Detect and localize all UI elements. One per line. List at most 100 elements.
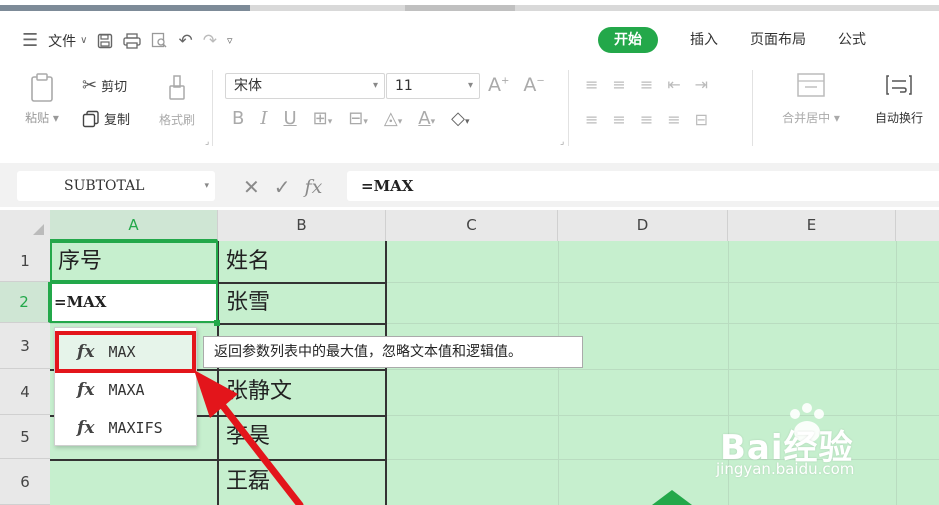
ribbon-divider — [568, 70, 569, 146]
dialog-launcher-icon[interactable]: ⌟ — [205, 137, 209, 147]
copy-button[interactable]: 复制 — [82, 109, 130, 128]
format-painter-icon — [169, 75, 185, 100]
dialog-launcher-icon[interactable]: ⌟ — [560, 137, 564, 147]
function-icon: fx — [77, 418, 95, 438]
row-header-4[interactable]: 4 — [0, 369, 50, 415]
autocomplete-item-maxifs[interactable]: fx MAXIFS — [55, 409, 196, 447]
menu-bar: ☰ 文件 ∨ ↶ ↷ ▿ 开始 插入 页面布局 公式 — [0, 22, 939, 60]
clear-format-icon[interactable]: ◇▾ — [451, 108, 469, 129]
font-name-value: 宋体 — [234, 78, 262, 94]
align-top-icon[interactable]: ≡ — [585, 75, 598, 94]
indent-increase-icon[interactable]: ⇥ — [695, 75, 708, 94]
row-header-5[interactable]: 5 — [0, 415, 50, 459]
save-icon[interactable] — [97, 33, 113, 49]
active-cell-a2[interactable]: =MAX — [50, 282, 218, 323]
scissors-icon: ✂ — [82, 75, 98, 96]
file-menu[interactable]: 文件 — [48, 31, 76, 51]
hamburger-menu-icon[interactable]: ☰ — [22, 30, 38, 51]
font-name-select[interactable]: 宋体 ▾ — [225, 73, 385, 99]
cell-b2[interactable]: 张雪 — [220, 282, 270, 323]
align-bottom-icon[interactable]: ≡ — [640, 75, 653, 94]
align-middle-icon[interactable]: ≡ — [612, 75, 625, 94]
print-preview-icon[interactable] — [151, 32, 168, 49]
column-header-c[interactable]: C — [386, 210, 558, 241]
title-strip-mid — [405, 5, 515, 11]
increase-font-icon[interactable]: A+ — [488, 74, 509, 96]
ribbon-divider — [212, 70, 213, 146]
tab-formulas[interactable]: 公式 — [838, 27, 866, 53]
row-header-6[interactable]: 6 — [0, 459, 50, 505]
ribbon-divider — [752, 70, 753, 146]
font-color-button[interactable]: A▾ — [418, 108, 435, 129]
chevron-down-icon[interactable]: ▾ — [204, 171, 209, 201]
function-name: MAXIFS — [108, 419, 163, 437]
paste-label: 粘贴 — [25, 111, 50, 125]
justify-icon[interactable]: ≡ — [667, 110, 680, 129]
undo-icon[interactable]: ↶ — [178, 31, 192, 51]
function-name: MAXA — [108, 381, 145, 399]
paste-button[interactable]: 粘贴 ▾ — [20, 72, 64, 126]
column-header-a[interactable]: A — [50, 210, 218, 241]
grid-line — [50, 323, 939, 324]
fill-color-icon[interactable]: ◬▾ — [384, 108, 402, 129]
insert-function-icon[interactable]: fx — [305, 176, 323, 198]
redo-icon[interactable]: ↷ — [203, 31, 217, 51]
align-center-icon[interactable]: ≡ — [612, 110, 625, 129]
column-header-b[interactable]: B — [218, 210, 386, 241]
chevron-down-icon[interactable]: ∨ — [80, 35, 87, 46]
table-border — [218, 323, 386, 325]
merge-center-button[interactable]: 合并居中 ▾ — [770, 72, 852, 126]
row-header-1[interactable]: 1 — [0, 241, 50, 282]
decrease-font-icon[interactable]: A− — [523, 74, 544, 96]
borders-icon[interactable]: ⊞▾ — [313, 108, 333, 129]
baidu-watermark: Bai经验 jingyan.baidu.com — [712, 400, 902, 485]
cancel-icon[interactable]: ✕ — [243, 175, 260, 199]
formula-input[interactable]: =MAX — [347, 171, 939, 201]
row-header-3[interactable]: 3 — [0, 323, 50, 369]
column-header-f[interactable] — [896, 210, 939, 241]
row-header-2[interactable]: 2 — [0, 282, 50, 323]
chevron-down-icon: ▾ — [372, 80, 378, 91]
tab-page-layout[interactable]: 页面布局 — [750, 27, 806, 53]
italic-button[interactable]: I — [260, 108, 267, 129]
title-strip — [0, 0, 939, 14]
formula-bar: SUBTOTAL ▾ ✕ ✓ fx =MAX — [0, 163, 939, 207]
distributed-icon[interactable]: ⊟ — [695, 110, 708, 129]
column-header-e[interactable]: E — [728, 210, 896, 241]
customize-toolbar-icon[interactable]: ▿ — [227, 34, 233, 47]
title-strip-dark — [0, 5, 250, 11]
font-color-label: A — [418, 108, 431, 129]
wrap-text-icon — [886, 75, 912, 95]
autocomplete-item-maxa[interactable]: fx MAXA — [55, 371, 196, 409]
font-size-select[interactable]: 11 ▾ — [386, 73, 480, 99]
underline-button[interactable]: U — [283, 108, 296, 129]
name-box[interactable]: SUBTOTAL ▾ — [17, 171, 215, 201]
cell-b1[interactable]: 姓名 — [220, 241, 270, 282]
clipboard-icon — [31, 73, 53, 102]
align-right-icon[interactable]: ≡ — [640, 110, 653, 129]
vertical-align-row: ≡ ≡ ≡ ⇤ ⇥ — [585, 75, 708, 94]
bold-button[interactable]: B — [232, 108, 244, 129]
format-painter-button[interactable]: 格式刷 — [150, 74, 204, 128]
select-all-corner[interactable] — [0, 210, 50, 241]
confirm-icon[interactable]: ✓ — [274, 175, 291, 199]
cut-button[interactable]: ✂ 剪切 — [82, 75, 127, 96]
cell-a1[interactable]: 序号 — [52, 241, 102, 282]
green-marker-shape — [648, 490, 696, 505]
watermark-url: jingyan.baidu.com — [716, 460, 855, 478]
horizontal-align-row: ≡ ≡ ≡ ≡ ⊟ — [585, 110, 708, 129]
wrap-text-button[interactable]: 自动换行 — [862, 72, 936, 126]
font-size-adjust: A+ A− — [488, 74, 545, 96]
tab-insert[interactable]: 插入 — [690, 27, 718, 53]
wrap-label: 自动换行 — [874, 111, 923, 125]
align-left-icon[interactable]: ≡ — [585, 110, 598, 129]
merge-label: 合并居中 — [782, 111, 831, 125]
fill-pattern-icon[interactable]: ⊟▾ — [348, 108, 368, 129]
ribbon: 粘贴 ▾ ✂ 剪切 复制 格式刷 ⌟ 宋体 ▾ 11 ▾ A+ A− B I U… — [0, 62, 939, 152]
indent-decrease-icon[interactable]: ⇤ — [667, 75, 680, 94]
tab-home[interactable]: 开始 — [598, 27, 658, 53]
column-header-d[interactable]: D — [558, 210, 728, 241]
grid-line — [558, 241, 559, 505]
red-arrow-annotation — [194, 370, 304, 505]
print-icon[interactable] — [123, 32, 142, 49]
